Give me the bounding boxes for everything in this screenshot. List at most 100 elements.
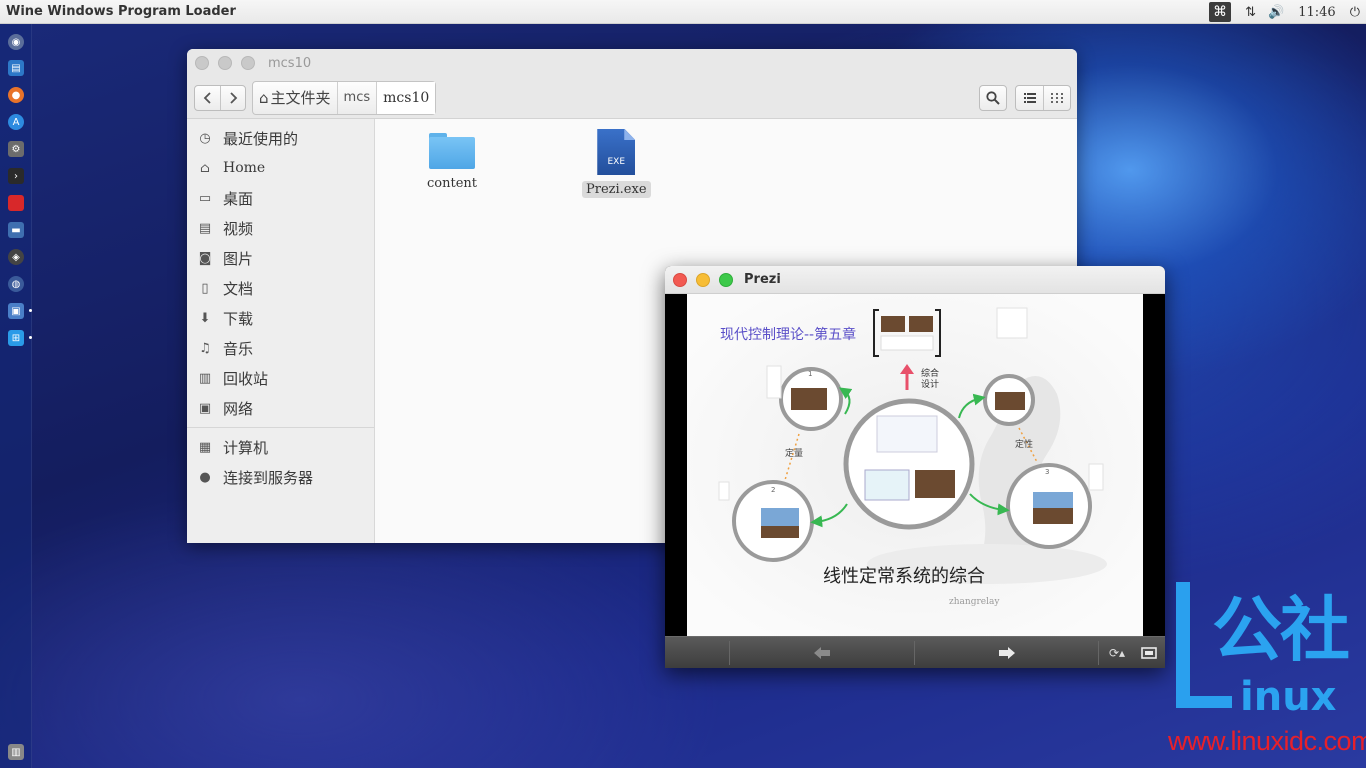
sidebar-item-label: 最近使用的 bbox=[223, 129, 299, 148]
arrow-right-icon bbox=[999, 647, 1015, 659]
minimize-button[interactable] bbox=[696, 272, 710, 287]
minimize-button[interactable] bbox=[218, 56, 232, 70]
file-item-exe[interactable]: EXE Prezi.exe bbox=[582, 129, 651, 198]
trash-icon: ▥ bbox=[198, 370, 212, 386]
close-button[interactable] bbox=[195, 56, 209, 70]
circle-3-number: 3 bbox=[1045, 468, 1049, 476]
fullscreen-button[interactable] bbox=[1135, 637, 1163, 668]
label-left: 定量 bbox=[785, 447, 803, 459]
clock[interactable]: 11:46 bbox=[1290, 5, 1343, 20]
maximize-button[interactable] bbox=[241, 56, 255, 70]
search-button[interactable] bbox=[979, 85, 1007, 111]
list-icon bbox=[1023, 93, 1036, 103]
file-label: Prezi.exe bbox=[582, 181, 651, 198]
slide-main-title: 线性定常系统的综合 bbox=[823, 566, 985, 587]
forward-button[interactable] bbox=[220, 85, 245, 110]
dash-home-icon[interactable]: ◉ bbox=[8, 34, 24, 50]
active-app-title: Wine Windows Program Loader bbox=[6, 4, 236, 19]
headphones-icon: ♫ bbox=[199, 340, 211, 356]
file-manager-titlebar[interactable]: mcs10 bbox=[187, 49, 1077, 77]
fullscreen-icon bbox=[1141, 647, 1157, 659]
previous-step-button[interactable] bbox=[731, 637, 913, 668]
chevron-left-icon bbox=[203, 91, 211, 104]
autoplay-button[interactable]: ⟳▴ bbox=[1101, 637, 1133, 668]
launcher: ◉ ▤ ● A ⚙ › ▬ ◈ ◍ ▣ ⊞ ▥ bbox=[0, 24, 32, 768]
settings-icon[interactable]: ⚙ bbox=[8, 141, 24, 157]
nav-buttons bbox=[194, 84, 246, 111]
slide-canvas: 现代控制理论--第五章 综合 设计 1 2 3 定量 定性 线性定常系统的综合 … bbox=[687, 294, 1143, 636]
sidebar-item-camera[interactable]: ◙ 图片 bbox=[187, 243, 374, 273]
slide: 现代控制理论--第五章 综合 设计 1 2 3 定量 定性 线性定常系统的综合 … bbox=[687, 294, 1143, 636]
volume-icon[interactable]: 🔊 bbox=[1262, 0, 1290, 24]
slide-author: zhangrelay bbox=[949, 597, 1000, 607]
windows-icon[interactable]: ⊞ bbox=[8, 330, 24, 346]
prezi-controls: ⟳▴ bbox=[665, 636, 1165, 668]
camera-icon: ◙ bbox=[198, 250, 212, 266]
prezi-titlebar[interactable]: Prezi bbox=[665, 266, 1165, 294]
sidebar-item-network[interactable]: ▣ 网络 bbox=[187, 393, 374, 423]
back-button[interactable] bbox=[195, 86, 220, 110]
sidebar-item-label: 计算机 bbox=[223, 438, 269, 457]
window-title: Prezi bbox=[744, 272, 781, 287]
close-button[interactable] bbox=[673, 272, 687, 287]
grid-view-button[interactable] bbox=[1043, 86, 1070, 110]
watermark-cn: 公社 bbox=[1212, 589, 1350, 671]
sidebar-item-computer[interactable]: ▦ 计算机 bbox=[187, 432, 374, 462]
sidebar-item-server[interactable]: ● 连接到服务器 bbox=[187, 462, 374, 492]
maximize-button[interactable] bbox=[719, 272, 733, 287]
app-store-icon[interactable]: A bbox=[8, 114, 24, 130]
download-icon: ⬇ bbox=[199, 310, 211, 326]
circle-1-number: 1 bbox=[808, 370, 812, 378]
system-tray: ⌘ ⇅ 🔊 11:46 ⏻ bbox=[1209, 0, 1366, 24]
home-icon: ⌂ bbox=[200, 160, 210, 176]
network-app-icon[interactable]: ▣ bbox=[8, 303, 24, 319]
network-icon: ▣ bbox=[198, 400, 212, 416]
crumb-mcs10[interactable]: mcs10 bbox=[376, 81, 436, 114]
sidebar-item-label: 音乐 bbox=[223, 339, 254, 358]
folder-icon bbox=[429, 133, 475, 169]
crumb-home[interactable]: ⌂ 主文件夹 bbox=[253, 82, 337, 114]
keyboard-command-icon[interactable]: ⌘ bbox=[1209, 2, 1232, 22]
trash-icon[interactable]: ▥ bbox=[8, 744, 24, 760]
watermark-url: www.linuxidc.com bbox=[1168, 726, 1366, 756]
clock-icon: ◷ bbox=[199, 130, 211, 146]
sidebar-item-home[interactable]: ⌂ Home bbox=[187, 153, 374, 183]
label-top-1: 综合 bbox=[921, 367, 939, 379]
power-icon[interactable]: ⏻ bbox=[1344, 0, 1366, 24]
file-item-folder[interactable]: content bbox=[423, 133, 481, 192]
list-view-button[interactable] bbox=[1016, 86, 1043, 110]
linuxidc-watermark-logo: 公社 inux www.linuxidc.com bbox=[1168, 574, 1366, 768]
slide-header: 现代控制理论--第五章 bbox=[720, 326, 856, 343]
red-app-icon[interactable] bbox=[8, 195, 24, 211]
video-icon: ▤ bbox=[198, 220, 212, 236]
sidebar-item-headphones[interactable]: ♫ 音乐 bbox=[187, 333, 374, 363]
sidebar-item-desktop[interactable]: ▭ 桌面 bbox=[187, 183, 374, 213]
crumb-mcs[interactable]: mcs bbox=[336, 81, 377, 114]
sidebar-item-download[interactable]: ⬇ 下载 bbox=[187, 303, 374, 333]
files-icon[interactable]: ▤ bbox=[8, 60, 24, 76]
remote-desktop-icon[interactable]: ▬ bbox=[8, 222, 24, 238]
exe-file-icon: EXE bbox=[597, 129, 636, 175]
sidebar-item-label: 连接到服务器 bbox=[223, 468, 314, 487]
globe-icon[interactable]: ◍ bbox=[8, 276, 24, 292]
prezi-window: Prezi 现代控制理论--第五章 综合 设计 1 2 3 定量 定性 线性定常… bbox=[665, 266, 1165, 668]
compass-icon[interactable]: ◈ bbox=[8, 249, 24, 265]
sidebar-item-video[interactable]: ▤ 视频 bbox=[187, 213, 374, 243]
sidebar-item-label: 图片 bbox=[223, 249, 254, 268]
computer-icon: ▦ bbox=[198, 439, 212, 455]
sidebar-item-label: 视频 bbox=[223, 219, 254, 238]
running-indicator bbox=[29, 336, 32, 339]
network-icon[interactable]: ⇅ bbox=[1239, 0, 1262, 24]
label-right: 定性 bbox=[1015, 438, 1033, 450]
firefox-icon[interactable]: ● bbox=[8, 87, 24, 103]
terminal-icon[interactable]: › bbox=[8, 168, 24, 184]
chevron-right-icon bbox=[230, 91, 238, 104]
sidebar-item-document[interactable]: ▯ 文档 bbox=[187, 273, 374, 303]
circle-2-number: 2 bbox=[771, 486, 775, 494]
sidebar-item-trash[interactable]: ▥ 回收站 bbox=[187, 363, 374, 393]
sidebar-item-clock[interactable]: ◷ 最近使用的 bbox=[187, 123, 374, 153]
slide-viewport[interactable]: 现代控制理论--第五章 综合 设计 1 2 3 定量 定性 线性定常系统的综合 … bbox=[665, 294, 1165, 636]
next-step-button[interactable] bbox=[916, 637, 1098, 668]
document-icon: ▯ bbox=[201, 280, 209, 296]
view-toggle bbox=[1015, 85, 1071, 111]
